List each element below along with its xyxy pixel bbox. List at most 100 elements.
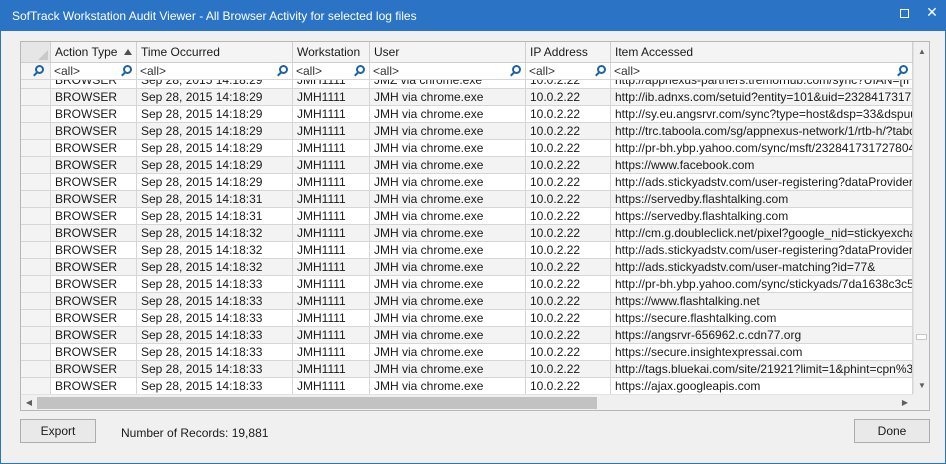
table-row[interactable]: BROWSER Sep 28, 2015 14:18:29 JMH1111 JMZ v… xyxy=(21,80,913,89)
row-selector[interactable] xyxy=(21,344,51,361)
filter-input-ip-address[interactable]: <all> xyxy=(526,63,611,80)
horizontal-scrollbar[interactable]: ◀ ▶ xyxy=(21,394,913,410)
search-icon[interactable] xyxy=(509,65,523,78)
cell-item-accessed: http://cm.g.doubleclick.net/pixel?google… xyxy=(611,225,913,242)
cell-item-accessed: https://servedby.flashtalking.com xyxy=(611,191,913,208)
table-row[interactable]: BROWSER Sep 28, 2015 14:18:32 JMH1111 JMH v… xyxy=(21,242,913,259)
cell-item-accessed: http://ads.stickyadstv.com/user-register… xyxy=(611,174,913,191)
table-row[interactable]: BROWSER Sep 28, 2015 14:18:31 JMH1111 JMH v… xyxy=(21,208,913,225)
table-row[interactable]: BROWSER Sep 28, 2015 14:18:33 JMH1111 JMH v… xyxy=(21,293,913,310)
corner-triangle-icon xyxy=(38,50,48,60)
column-header-item-accessed[interactable]: Item Accessed xyxy=(611,42,913,63)
row-selector[interactable] xyxy=(21,191,51,208)
search-icon[interactable] xyxy=(896,65,910,78)
table-row[interactable]: BROWSER Sep 28, 2015 14:18:33 JMH1111 JMH v… xyxy=(21,276,913,293)
cell-user: JMH via chrome.exe xyxy=(370,106,526,123)
filter-value: <all> xyxy=(140,64,167,78)
vertical-scrollbar[interactable]: ▲ ▼ xyxy=(913,42,929,394)
cell-action-type: BROWSER xyxy=(51,191,137,208)
row-selector[interactable] xyxy=(21,276,51,293)
cell-ip-address: 10.0.2.22 xyxy=(526,242,611,259)
cell-ip-address: 10.0.2.22 xyxy=(526,123,611,140)
row-selector[interactable] xyxy=(21,378,51,394)
table-row[interactable]: BROWSER Sep 28, 2015 14:18:29 JMH1111 JMH v… xyxy=(21,140,913,157)
row-selector[interactable] xyxy=(21,225,51,242)
vertical-scroll-thumb[interactable] xyxy=(916,334,927,340)
cell-action-type: BROWSER xyxy=(51,208,137,225)
filter-input-time-occurred[interactable]: <all> xyxy=(137,63,293,80)
row-selector[interactable] xyxy=(21,310,51,327)
table-row[interactable]: BROWSER Sep 28, 2015 14:18:29 JMH1111 JMH v… xyxy=(21,174,913,191)
row-selector[interactable] xyxy=(21,106,51,123)
filter-input-user[interactable]: <all> xyxy=(370,63,526,80)
search-icon[interactable] xyxy=(353,65,367,78)
table-row[interactable]: BROWSER Sep 28, 2015 14:18:33 JMH1111 JMH v… xyxy=(21,310,913,327)
row-selector[interactable] xyxy=(21,89,51,106)
cell-action-type: BROWSER xyxy=(51,225,137,242)
select-all-corner[interactable] xyxy=(21,42,51,63)
table-row[interactable]: BROWSER Sep 28, 2015 14:18:29 JMH1111 JMH v… xyxy=(21,123,913,140)
column-header-ip-address[interactable]: IP Address xyxy=(526,42,611,63)
table-row[interactable]: BROWSER Sep 28, 2015 14:18:33 JMH1111 JMH v… xyxy=(21,344,913,361)
filter-input-workstation[interactable]: <all> xyxy=(293,63,370,80)
row-selector[interactable] xyxy=(21,157,51,174)
table-row[interactable]: BROWSER Sep 28, 2015 14:18:32 JMH1111 JMH v… xyxy=(21,225,913,242)
scroll-right-icon[interactable]: ▶ xyxy=(897,395,913,410)
row-selector[interactable] xyxy=(21,293,51,310)
scroll-down-icon[interactable]: ▼ xyxy=(914,378,929,394)
cell-user: JMH via chrome.exe xyxy=(370,327,526,344)
row-selector[interactable] xyxy=(21,242,51,259)
table-row[interactable]: BROWSER Sep 28, 2015 14:18:29 JMH1111 JMH v… xyxy=(21,157,913,174)
row-selector[interactable] xyxy=(21,123,51,140)
search-icon[interactable] xyxy=(276,65,290,78)
cell-time-occurred: Sep 28, 2015 14:18:32 xyxy=(137,259,293,276)
cell-time-occurred: Sep 28, 2015 14:18:32 xyxy=(137,225,293,242)
cell-time-occurred: Sep 28, 2015 14:18:29 xyxy=(137,89,293,106)
search-icon[interactable] xyxy=(594,65,608,78)
row-selector[interactable] xyxy=(21,208,51,225)
cell-workstation: JMH1111 xyxy=(293,276,370,293)
column-header-action-type[interactable]: Action Type xyxy=(51,42,137,63)
row-selector[interactable] xyxy=(21,174,51,191)
cell-item-accessed: https://servedby.flashtalking.com xyxy=(611,208,913,225)
filter-input-action-type[interactable]: <all> xyxy=(51,63,137,80)
filter-input-item-accessed[interactable]: <all> xyxy=(611,63,913,80)
done-button[interactable]: Done xyxy=(854,419,930,443)
table-row[interactable]: BROWSER Sep 28, 2015 14:18:29 JMH1111 JMH v… xyxy=(21,89,913,106)
cell-user: JMH via chrome.exe xyxy=(370,191,526,208)
cell-workstation: JMH1111 xyxy=(293,361,370,378)
scroll-up-icon[interactable]: ▲ xyxy=(914,44,929,60)
cell-item-accessed: http://appnexus-partners.tremorhub.com/s… xyxy=(611,80,913,89)
cell-workstation: JMH1111 xyxy=(293,174,370,191)
search-icon[interactable] xyxy=(120,65,134,78)
dialog-body: Action Type Time Occurred Workstation User I… xyxy=(0,31,946,464)
cell-workstation: JMH1111 xyxy=(293,89,370,106)
cell-ip-address: 10.0.2.22 xyxy=(526,344,611,361)
filter-value: <all> xyxy=(529,64,556,78)
cell-time-occurred: Sep 28, 2015 14:18:29 xyxy=(137,106,293,123)
scroll-left-icon[interactable]: ◀ xyxy=(21,395,37,410)
search-icon[interactable] xyxy=(32,65,46,78)
row-selector[interactable] xyxy=(21,327,51,344)
sort-ascending-icon[interactable] xyxy=(124,49,132,55)
column-header-user[interactable]: User xyxy=(370,42,526,63)
filter-row-selector[interactable] xyxy=(21,63,51,80)
row-selector[interactable] xyxy=(21,80,51,89)
row-selector[interactable] xyxy=(21,140,51,157)
export-button[interactable]: Export xyxy=(20,419,96,443)
maximize-button[interactable] xyxy=(890,0,918,24)
row-selector[interactable] xyxy=(21,361,51,378)
table-row[interactable]: BROWSER Sep 28, 2015 14:18:33 JMH1111 JMH v… xyxy=(21,361,913,378)
horizontal-scroll-thumb[interactable] xyxy=(37,397,597,409)
table-row[interactable]: BROWSER Sep 28, 2015 14:18:29 JMH1111 JMH v… xyxy=(21,106,913,123)
column-header-workstation[interactable]: Workstation xyxy=(293,42,370,63)
cell-action-type: BROWSER xyxy=(51,80,137,89)
cell-time-occurred: Sep 28, 2015 14:18:33 xyxy=(137,310,293,327)
row-selector[interactable] xyxy=(21,259,51,276)
table-row[interactable]: BROWSER Sep 28, 2015 14:18:33 JMH1111 JMH v… xyxy=(21,327,913,344)
close-button[interactable]: ✕ xyxy=(918,0,946,24)
table-row[interactable]: BROWSER Sep 28, 2015 14:18:31 JMH1111 JMH v… xyxy=(21,191,913,208)
column-header-time-occurred[interactable]: Time Occurred xyxy=(137,42,293,63)
table-row[interactable]: BROWSER Sep 28, 2015 14:18:32 JMH1111 JMH v… xyxy=(21,259,913,276)
table-row[interactable]: BROWSER Sep 28, 2015 14:18:33 JMH1111 JMH v… xyxy=(21,378,913,394)
